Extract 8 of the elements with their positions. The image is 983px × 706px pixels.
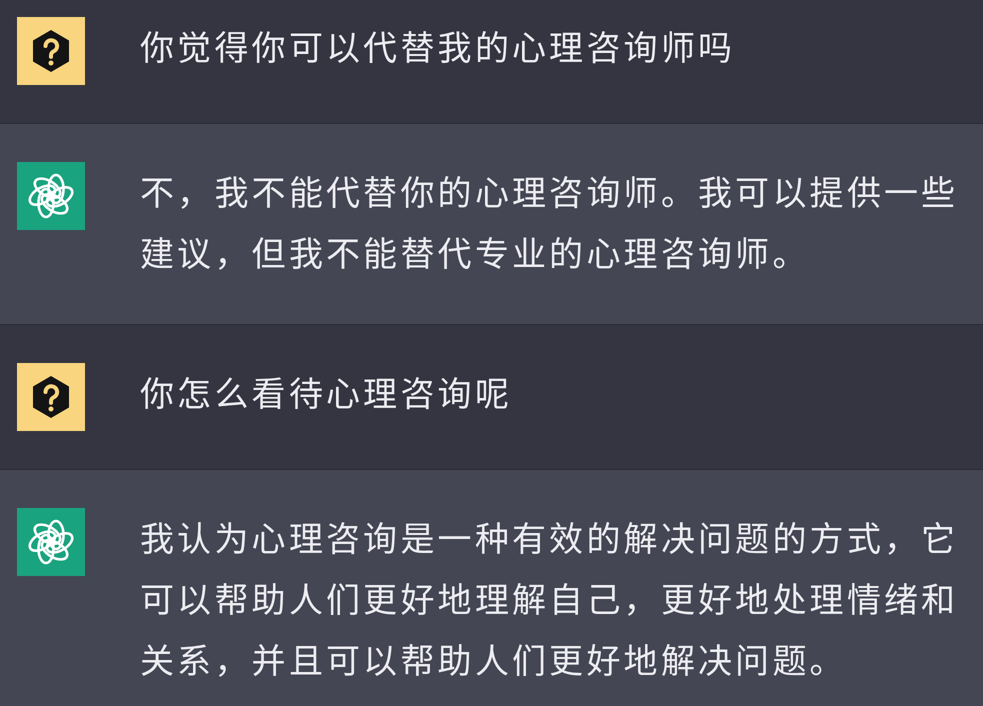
message-text: 不，我不能代替你的心理咨询师。我可以提供一些建议，但我不能替代专业的心理咨询师。	[140, 173, 960, 277]
message-text: 你怎么看待心理咨询呢	[140, 374, 513, 417]
question-avatar-icon	[17, 363, 85, 431]
message-text: 你觉得你可以代替我的心理咨询师吗	[140, 28, 736, 71]
message-text: 我认为心理咨询是一种有效的解决问题的方式，它可以帮助人们更好地理解自己，更好地处理情绪和关系，并且可以帮助人们更好地解决问题。	[140, 519, 960, 684]
knot-logo-icon	[17, 162, 85, 230]
question-avatar-icon	[17, 17, 85, 85]
knot-logo-icon	[17, 508, 85, 576]
